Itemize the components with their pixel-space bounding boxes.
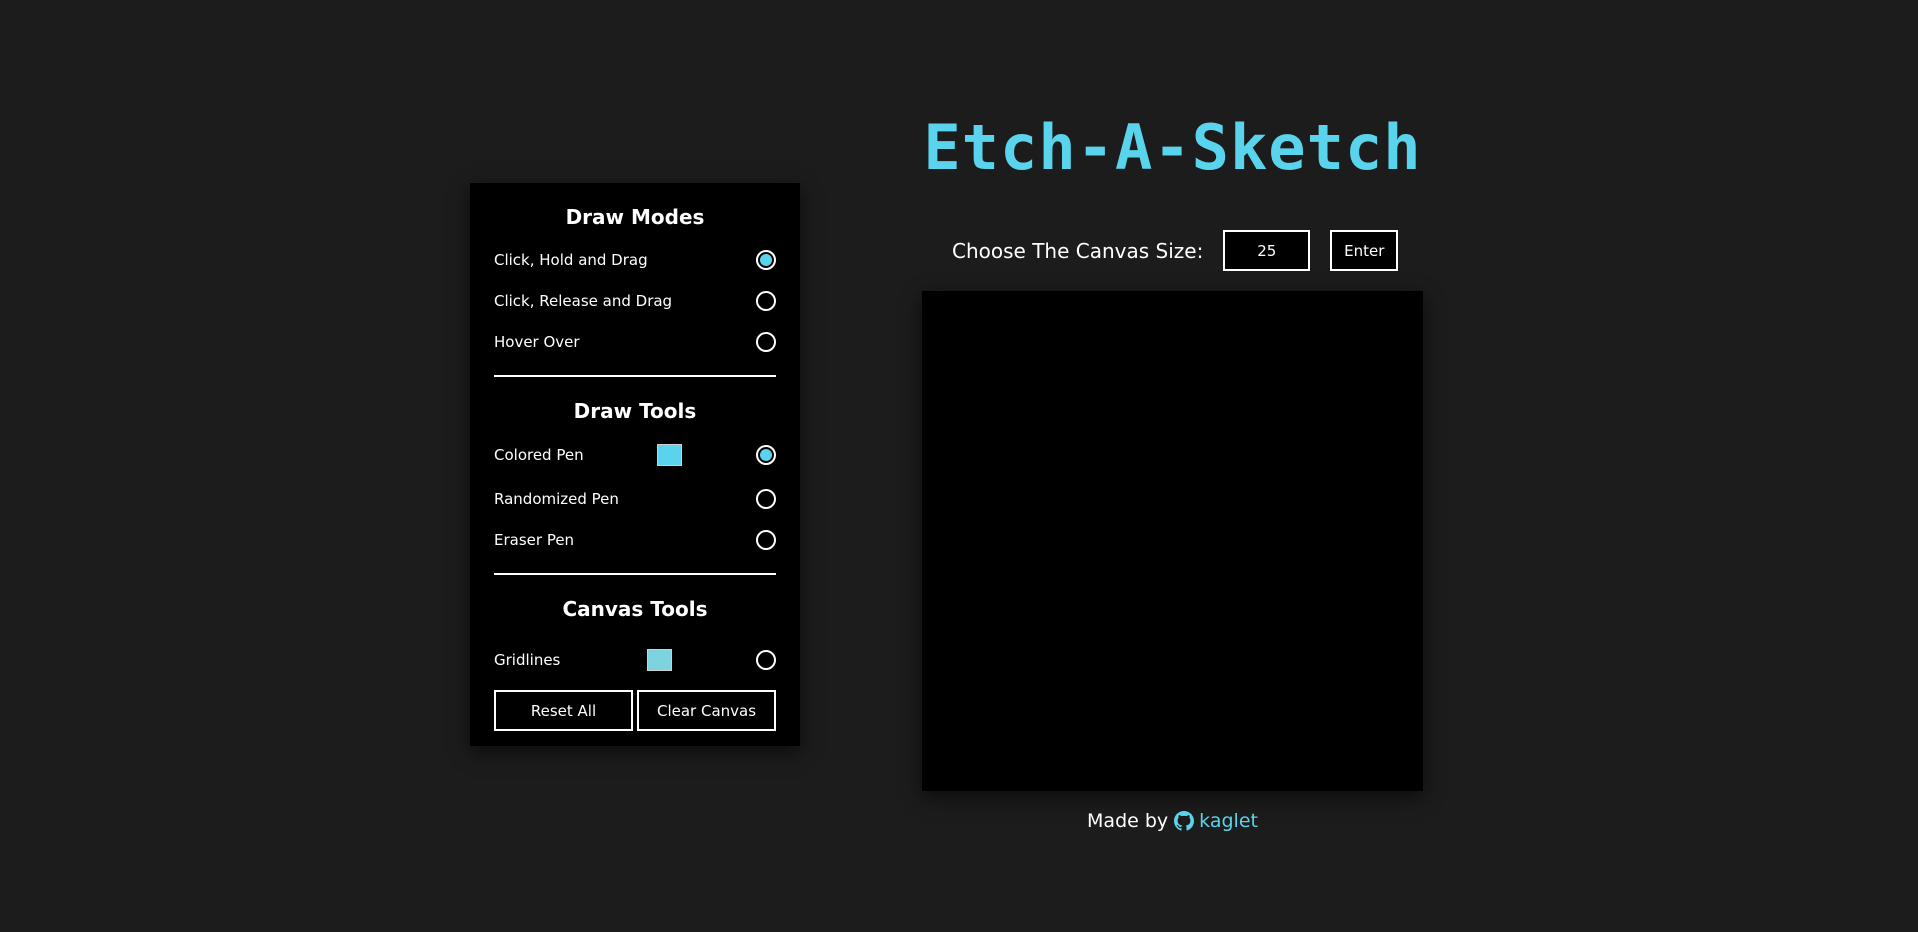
canvas-tool-label: Gridlines xyxy=(494,650,561,669)
draw-mode-label: Click, Hold and Drag xyxy=(494,250,648,269)
draw-tool-radio-colored-pen[interactable] xyxy=(756,444,776,465)
draw-modes-title: Draw Modes xyxy=(565,205,705,229)
draw-mode-option-release-drag[interactable]: Click, Release and Drag xyxy=(494,280,776,321)
draw-mode-option-hold-drag[interactable]: Click, Hold and Drag xyxy=(494,239,776,280)
author-name: kaglet xyxy=(1199,810,1258,832)
draw-tool-radio-randomized-pen[interactable] xyxy=(756,488,776,509)
grid-color-picker[interactable] xyxy=(647,648,672,671)
draw-tool-option-randomized-pen[interactable]: Randomized Pen xyxy=(494,478,776,519)
draw-mode-radio-hover[interactable] xyxy=(756,331,776,352)
footer-prefix: Made by xyxy=(1087,810,1169,832)
section-divider xyxy=(494,573,776,575)
github-icon xyxy=(1174,811,1195,831)
panel-buttons: Reset All Clear Canvas xyxy=(494,690,776,731)
page-title: Etch-A-Sketch xyxy=(923,111,1422,184)
pen-color-picker[interactable] xyxy=(657,443,682,466)
canvas-size-input[interactable] xyxy=(1223,230,1311,271)
draw-tool-label: Eraser Pen xyxy=(494,530,575,549)
canvas-tool-option-gridlines[interactable]: Gridlines xyxy=(494,639,776,680)
pen-color-wrapper xyxy=(584,443,756,466)
reset-all-button[interactable]: Reset All xyxy=(494,690,633,731)
app-page: Draw Modes Click, Hold and Drag Click, R… xyxy=(0,0,1918,932)
draw-mode-label: Hover Over xyxy=(494,332,580,351)
gridlines-toggle-radio[interactable] xyxy=(756,649,776,670)
draw-tool-label: Colored Pen xyxy=(494,445,584,464)
control-panel: Draw Modes Click, Hold and Drag Click, R… xyxy=(470,183,800,746)
draw-tool-label: Randomized Pen xyxy=(494,489,619,508)
draw-tool-option-eraser-pen[interactable]: Eraser Pen xyxy=(494,519,776,560)
draw-tool-option-colored-pen[interactable]: Colored Pen xyxy=(494,434,776,475)
section-divider xyxy=(494,375,776,377)
draw-mode-option-hover[interactable]: Hover Over xyxy=(494,321,776,362)
draw-tool-radio-eraser-pen[interactable] xyxy=(756,529,776,550)
canvas-tools-title: Canvas Tools xyxy=(562,597,708,621)
author-link[interactable]: kaglet xyxy=(1174,810,1258,832)
draw-mode-radio-release-drag[interactable] xyxy=(756,290,776,311)
draw-tools-title: Draw Tools xyxy=(573,399,697,423)
clear-canvas-button[interactable]: Clear Canvas xyxy=(637,690,776,731)
enter-button[interactable]: Enter xyxy=(1330,230,1399,271)
draw-mode-radio-hold-drag[interactable] xyxy=(756,249,776,270)
canvas-size-controls: Choose The Canvas Size: Enter xyxy=(952,230,1399,271)
drawing-canvas[interactable] xyxy=(922,291,1423,791)
draw-mode-label: Click, Release and Drag xyxy=(494,291,673,310)
footer: Made by kaglet xyxy=(920,810,1425,832)
canvas-size-label: Choose The Canvas Size: xyxy=(952,238,1204,263)
grid-color-wrapper xyxy=(560,648,756,671)
